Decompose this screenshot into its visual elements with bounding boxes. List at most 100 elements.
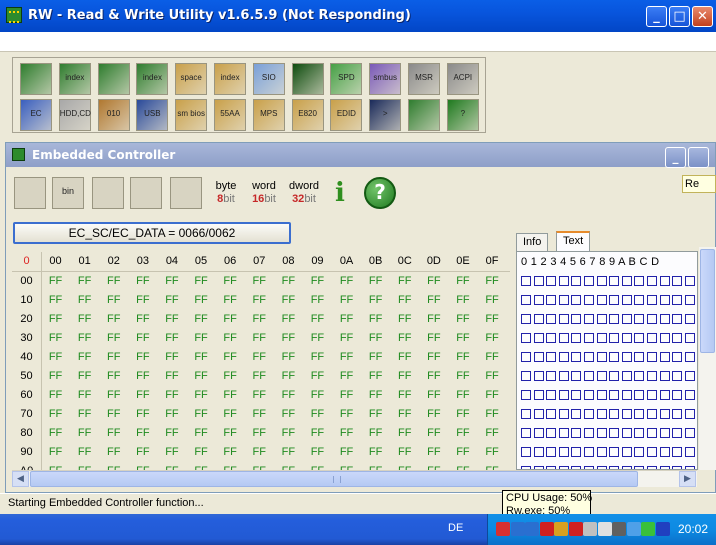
- hex-cell[interactable]: FF: [274, 329, 303, 348]
- hex-cell[interactable]: FF: [274, 310, 303, 329]
- find-icon[interactable]: [130, 177, 162, 209]
- hex-cell[interactable]: FF: [157, 272, 186, 291]
- hex-cell[interactable]: FF: [41, 310, 70, 329]
- hex-cell[interactable]: FF: [332, 462, 361, 470]
- hex-cell[interactable]: FF: [448, 329, 477, 348]
- cmos-icon[interactable]: 010: [97, 99, 130, 131]
- word-button[interactable]: word 16bit: [246, 177, 282, 209]
- hex-cell[interactable]: FF: [478, 405, 507, 424]
- hex-cell[interactable]: FF: [41, 367, 70, 386]
- hex-cell[interactable]: FF: [419, 329, 448, 348]
- hex-cell[interactable]: FF: [157, 443, 186, 462]
- hex-cell[interactable]: FF: [70, 310, 99, 329]
- hex-cell[interactable]: FF: [216, 348, 245, 367]
- realtek-audio-icon[interactable]: [554, 522, 568, 536]
- hex-cell[interactable]: FF: [245, 329, 274, 348]
- hex-cell[interactable]: FF: [128, 462, 157, 470]
- hex-cell[interactable]: FF: [70, 272, 99, 291]
- hex-cell[interactable]: FF: [245, 367, 274, 386]
- hex-cell[interactable]: FF: [448, 405, 477, 424]
- hex-cell[interactable]: FF: [303, 424, 332, 443]
- hex-cell[interactable]: FF: [70, 405, 99, 424]
- hex-cell[interactable]: FF: [99, 310, 128, 329]
- hex-cell[interactable]: FF: [303, 367, 332, 386]
- hex-cell[interactable]: FF: [187, 348, 216, 367]
- hex-cell[interactable]: FF: [332, 386, 361, 405]
- hex-cell[interactable]: FF: [216, 424, 245, 443]
- dword-button[interactable]: dword 32bit: [286, 177, 322, 209]
- hex-cell[interactable]: FF: [128, 367, 157, 386]
- network-icon[interactable]: [525, 522, 539, 536]
- hex-cell[interactable]: FF: [187, 443, 216, 462]
- hex-cell[interactable]: FF: [390, 272, 419, 291]
- hex-cell[interactable]: FF: [390, 291, 419, 310]
- hex-cell[interactable]: FF: [419, 291, 448, 310]
- hex-cell[interactable]: FF: [274, 405, 303, 424]
- hex-cell[interactable]: FF: [332, 310, 361, 329]
- hex-cell[interactable]: FF: [390, 424, 419, 443]
- hex-cell[interactable]: FF: [187, 310, 216, 329]
- hex-cell[interactable]: FF: [332, 272, 361, 291]
- hex-cell[interactable]: FF: [128, 272, 157, 291]
- scroll-left-icon[interactable]: ◀: [12, 471, 29, 487]
- hex-cell[interactable]: FF: [478, 367, 507, 386]
- hex-cell[interactable]: FF: [303, 329, 332, 348]
- hex-cell[interactable]: FF: [216, 367, 245, 386]
- hex-cell[interactable]: FF: [448, 348, 477, 367]
- hex-cell[interactable]: FF: [390, 443, 419, 462]
- hex-cell[interactable]: FF: [332, 348, 361, 367]
- hex-cell[interactable]: FF: [361, 424, 390, 443]
- hex-cell[interactable]: FF: [157, 424, 186, 443]
- hex-cell[interactable]: FF: [274, 272, 303, 291]
- tools-icon[interactable]: [583, 522, 597, 536]
- hex-cell[interactable]: FF: [216, 443, 245, 462]
- e820-icon[interactable]: E820: [291, 99, 324, 131]
- edid-icon[interactable]: EDID: [330, 99, 363, 131]
- hex-cell[interactable]: FF: [419, 272, 448, 291]
- hex-cell[interactable]: FF: [99, 386, 128, 405]
- sio-icon[interactable]: SIO: [252, 63, 285, 95]
- child-minimize-button[interactable]: _: [665, 147, 686, 168]
- hdd-cd-icon[interactable]: HDD,CD: [58, 99, 91, 131]
- bluetooth-icon[interactable]: [655, 522, 670, 536]
- hex-cell[interactable]: FF: [332, 329, 361, 348]
- hex-cell[interactable]: FF: [274, 462, 303, 470]
- language-indicator[interactable]: DE: [448, 522, 463, 534]
- app-icon[interactable]: [6, 7, 22, 23]
- hex-cell[interactable]: FF: [216, 272, 245, 291]
- hex-cell[interactable]: FF: [187, 329, 216, 348]
- io-space-icon[interactable]: space: [175, 63, 208, 95]
- hex-cell[interactable]: FF: [157, 348, 186, 367]
- hex-cell[interactable]: FF: [99, 443, 128, 462]
- hex-cell[interactable]: FF: [448, 272, 477, 291]
- hex-cell[interactable]: FF: [245, 405, 274, 424]
- hex-cell[interactable]: FF: [303, 443, 332, 462]
- hex-cell[interactable]: FF: [157, 291, 186, 310]
- hex-cell[interactable]: FF: [157, 367, 186, 386]
- ec-icon[interactable]: EC: [20, 99, 52, 131]
- hex-cell[interactable]: FF: [448, 443, 477, 462]
- hex-cell[interactable]: FF: [390, 367, 419, 386]
- hex-cell[interactable]: FF: [99, 291, 128, 310]
- child-maximize-button[interactable]: [688, 147, 709, 168]
- smbus-icon[interactable]: smbus: [369, 63, 402, 95]
- hex-cell[interactable]: FF: [99, 329, 128, 348]
- byte-button[interactable]: byte 8bit: [208, 177, 244, 209]
- hex-cell[interactable]: FF: [187, 386, 216, 405]
- memory-icon[interactable]: [97, 63, 130, 95]
- hex-cell[interactable]: FF: [303, 291, 332, 310]
- hex-cell[interactable]: FF: [448, 291, 477, 310]
- hex-cell[interactable]: FF: [216, 329, 245, 348]
- hex-cell[interactable]: FF: [70, 367, 99, 386]
- hex-cell[interactable]: FF: [70, 443, 99, 462]
- command-icon[interactable]: >: [369, 99, 402, 131]
- hex-cell[interactable]: FF: [448, 462, 477, 470]
- re-button[interactable]: Re: [682, 175, 716, 193]
- hex-cell[interactable]: FF: [128, 386, 157, 405]
- connection-icon[interactable]: [597, 522, 612, 536]
- 55aa-icon[interactable]: 55AA: [214, 99, 246, 131]
- hex-cell[interactable]: FF: [99, 272, 128, 291]
- clock[interactable]: 20:02: [678, 522, 708, 536]
- hex-cell[interactable]: FF: [303, 310, 332, 329]
- hex-cell[interactable]: FF: [157, 405, 186, 424]
